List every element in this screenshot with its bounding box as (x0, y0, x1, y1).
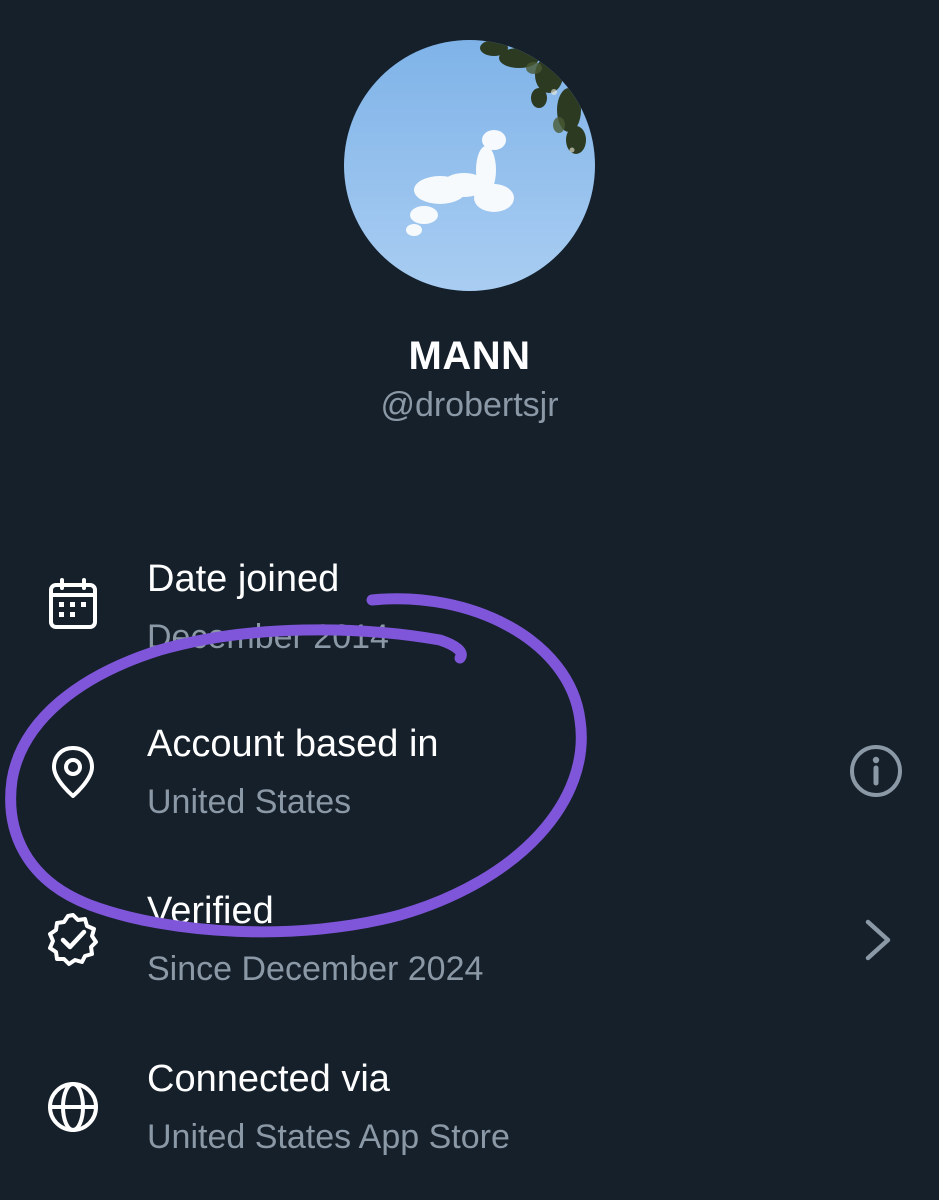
row-subtitle: United States App Store (147, 1118, 510, 1156)
row-subtitle: United States (147, 783, 352, 821)
row-subtitle: Since December 2024 (147, 950, 484, 988)
username-handle: @drobertsjr (380, 386, 559, 424)
row-title: Connected via (147, 1058, 390, 1100)
info-icon[interactable] (846, 741, 906, 801)
display-name: MANN (408, 334, 531, 378)
avatar[interactable] (344, 40, 595, 291)
row-connected-via: Connected via United States App Store (0, 1040, 939, 1200)
row-subtitle: December 2014 (147, 618, 389, 656)
account-info-screen: MANN @drobertsjr Date joined December 20… (0, 0, 939, 1200)
calendar-icon (44, 575, 102, 633)
row-verified[interactable]: Verified Since December 2024 (0, 872, 939, 1032)
location-pin-icon (44, 743, 102, 801)
row-title: Account based in (147, 723, 439, 765)
chevron-right-icon[interactable] (848, 910, 908, 970)
row-title: Verified (147, 890, 274, 932)
row-date-joined: Date joined December 2014 (0, 540, 939, 700)
row-title: Date joined (147, 558, 340, 600)
verified-badge-icon (44, 910, 102, 968)
row-account-based-in: Account based in United States (0, 705, 939, 865)
globe-icon (44, 1078, 102, 1136)
